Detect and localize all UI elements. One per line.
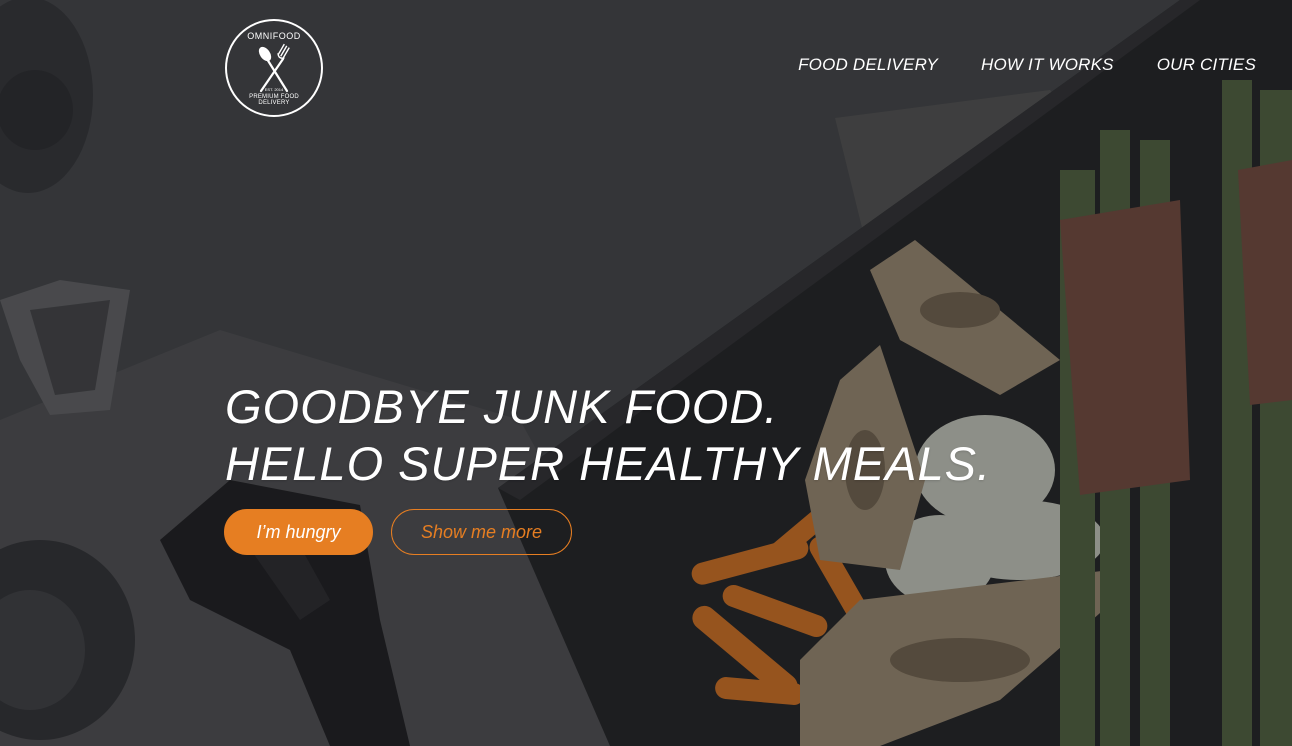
headline-line-1: GOODBYE JUNK FOOD.	[225, 380, 779, 433]
nav-link-how-it-works[interactable]: HOW IT WORKS	[981, 55, 1114, 75]
nav-link-our-cities[interactable]: OUR CITIES	[1157, 55, 1256, 75]
show-me-more-button[interactable]: Show me more	[391, 509, 572, 555]
headline-line-2: HELLO SUPER HEALTHY MEALS.	[225, 437, 992, 490]
hero-headline: GOODBYE JUNK FOOD. HELLO SUPER HEALTHY M…	[225, 378, 991, 492]
omnifood-logo[interactable]: OMNIFOOD EST. 2014 PREMIUM FOOD DELIVERY	[225, 19, 323, 117]
nav-link-food-delivery[interactable]: FOOD DELIVERY	[798, 55, 938, 75]
hero-cta-group: I’m hungry Show me more	[224, 509, 572, 555]
hero-section: OMNIFOOD EST. 2014 PREMIUM FOOD DELIVERY…	[0, 0, 1292, 746]
logo-tagline: PREMIUM FOOD DELIVERY	[249, 94, 299, 106]
logo-established-text: EST. 2014	[264, 87, 284, 92]
hero-background-image	[0, 0, 1292, 746]
im-hungry-button[interactable]: I’m hungry	[224, 509, 373, 555]
main-navigation: FOOD DELIVERY HOW IT WORKS OUR CITIES	[798, 55, 1256, 75]
